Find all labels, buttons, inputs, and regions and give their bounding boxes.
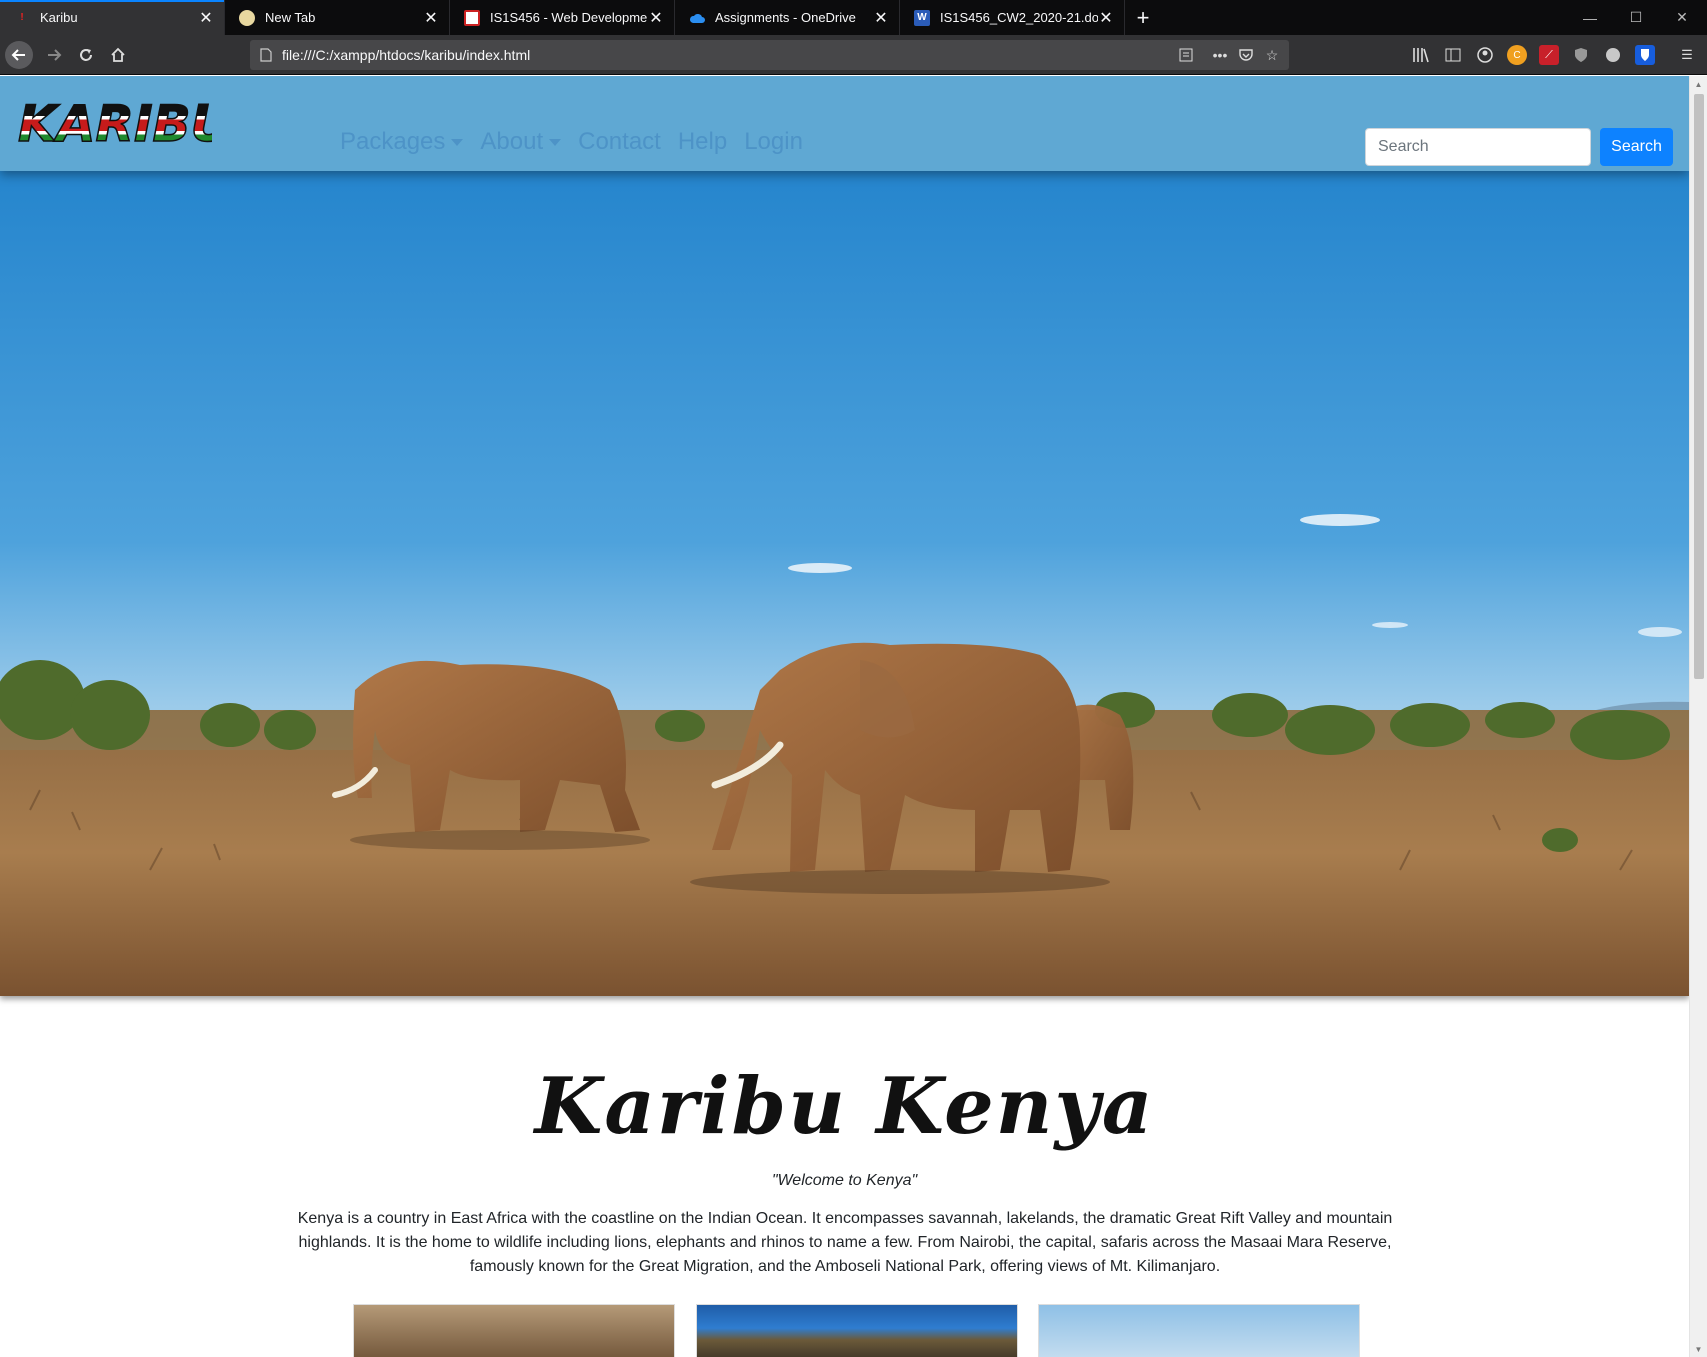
intro-quote: "Welcome to Kenya" (771, 1172, 918, 1189)
nav-help[interactable]: Help (678, 128, 727, 156)
close-tab-icon[interactable]: ✕ (1098, 10, 1114, 27)
browser-toolbar: file:///C:/xampp/htdocs/karibu/index.htm… (0, 35, 1707, 75)
close-tab-icon[interactable]: ✕ (648, 10, 664, 27)
nav-about[interactable]: About (480, 128, 562, 156)
reader-view-icon[interactable] (1173, 42, 1199, 68)
page-scrollbar[interactable]: ▲ ▼ (1689, 76, 1707, 1357)
scrollbar-thumb[interactable] (1694, 94, 1704, 679)
dropdown-caret-icon (549, 138, 562, 146)
hut-thumbnail[interactable] (696, 1304, 1018, 1357)
close-tab-icon[interactable]: ✕ (423, 10, 439, 27)
bitwarden-icon[interactable] (1635, 45, 1655, 65)
pocket-icon[interactable] (1233, 42, 1259, 68)
tab-word-doc[interactable]: W IS1S456_CW2_2020-21.doc ✕ (900, 0, 1125, 35)
home-button[interactable] (104, 41, 132, 69)
minimize-window-button[interactable]: — (1567, 0, 1613, 35)
shield-extension-icon[interactable] (1571, 45, 1591, 65)
leopard-thumbnail[interactable] (353, 1304, 675, 1357)
tab-label: New Tab (265, 10, 316, 25)
pdf-favicon-icon (464, 9, 480, 26)
search-input[interactable] (1365, 128, 1591, 166)
close-tab-icon[interactable]: ✕ (198, 10, 214, 27)
sky-thumbnail[interactable] (1038, 1304, 1360, 1357)
tab-new-tab[interactable]: New Tab ✕ (225, 0, 450, 35)
back-button[interactable] (5, 41, 33, 69)
tab-karibu[interactable]: ! Karibu ✕ (0, 0, 225, 35)
nav-packages[interactable]: Packages (340, 128, 464, 156)
url-text[interactable]: file:///C:/xampp/htdocs/karibu/index.htm… (282, 47, 1173, 63)
tab-web-development[interactable]: IS1S456 - Web Development: JH ✕ (450, 0, 675, 35)
bookmark-star-icon[interactable]: ☆ (1259, 42, 1285, 68)
reload-button[interactable] (72, 41, 100, 69)
new-tab-button[interactable]: + (1125, 0, 1161, 35)
forward-button[interactable] (40, 41, 68, 69)
dropdown-caret-icon (451, 138, 464, 146)
menu-hamburger-icon[interactable]: ☰ (1677, 45, 1697, 65)
page-icon (258, 47, 274, 63)
close-window-button[interactable]: ✕ (1659, 0, 1705, 35)
intro-description: Kenya is a country in East Africa with t… (297, 1210, 1393, 1275)
address-bar[interactable]: file:///C:/xampp/htdocs/karibu/index.htm… (250, 40, 1289, 70)
tab-label: Karibu (40, 10, 78, 25)
scroll-up-arrow-icon[interactable]: ▲ (1690, 76, 1707, 92)
intro-title: Karibu Kenya (534, 1061, 1155, 1152)
nav-contact[interactable]: Contact (578, 128, 661, 156)
karibu-favicon-icon: ! (20, 12, 24, 23)
main-navigation: Packages About Contact Help Login (340, 128, 803, 156)
tab-onedrive[interactable]: Assignments - OneDrive ✕ (675, 0, 900, 35)
account-icon[interactable] (1475, 45, 1495, 65)
word-favicon-icon: W (914, 9, 930, 26)
maximize-window-button[interactable]: ☐ (1613, 0, 1659, 35)
grey-circle-extension-icon[interactable] (1603, 45, 1623, 65)
red-extension-icon[interactable]: ⟋ (1539, 45, 1559, 65)
onedrive-cloud-icon (689, 10, 705, 26)
tab-label: Assignments - OneDrive (715, 10, 856, 25)
weather-favicon-icon (239, 9, 255, 26)
tab-strip: ! Karibu ✕ New Tab ✕ IS1S456 - Web Devel… (0, 0, 1707, 35)
nav-label: About (480, 128, 544, 155)
karibu-logo[interactable]: KARIBU (14, 95, 212, 149)
hero-elephant-image (0, 170, 1689, 996)
scroll-down-arrow-icon[interactable]: ▼ (1690, 1341, 1707, 1357)
page-viewport: KARIBU Packages About Contact Help Login… (0, 76, 1689, 1357)
sidebar-icon[interactable] (1443, 45, 1463, 65)
nav-label: Packages (340, 128, 446, 155)
site-header: KARIBU Packages About Contact Help Login… (0, 76, 1689, 171)
library-icon[interactable] (1411, 45, 1431, 65)
close-tab-icon[interactable]: ✕ (873, 10, 889, 27)
page-actions-icon[interactable]: ••• (1207, 42, 1233, 68)
coupon-extension-icon[interactable]: C (1507, 45, 1527, 65)
tab-label: IS1S456 - Web Development: JH (490, 10, 648, 25)
tab-label: IS1S456_CW2_2020-21.doc (940, 10, 1098, 25)
search-button[interactable]: Search (1600, 128, 1673, 166)
nav-login[interactable]: Login (744, 128, 803, 156)
logo-text: KARIBU (18, 95, 212, 149)
